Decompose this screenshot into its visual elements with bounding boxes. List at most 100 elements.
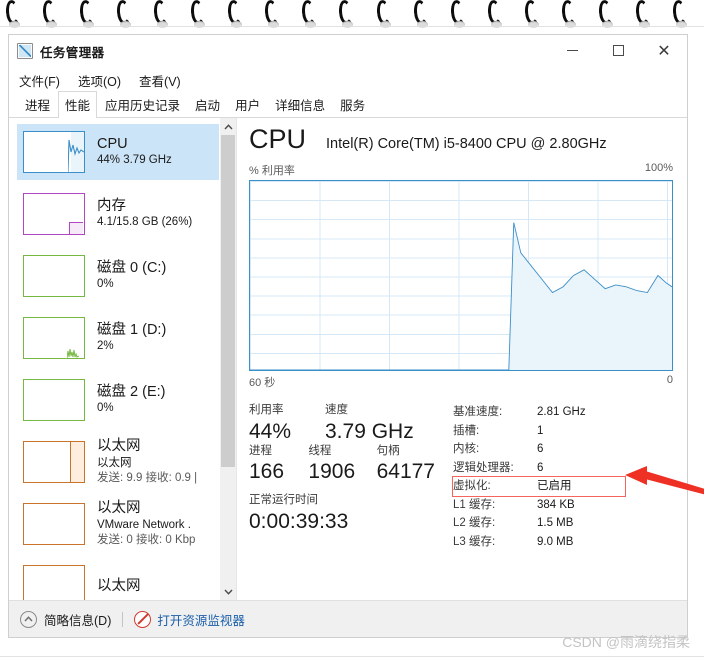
stats-area: 利用率 44% 速度 3.79 GHz 进程 166 线程 1906 句柄 64…	[249, 403, 704, 551]
disk-thumbnail-icon	[23, 255, 85, 297]
sidebar-item-text: 以太网 以太网 发送: 9.9 接收: 0.9 |	[97, 437, 197, 486]
cpu-model-name: Intel(R) Core(TM) i5-8400 CPU @ 2.80GHz	[326, 136, 607, 152]
graph-top-axis: % 利用率 100%	[249, 162, 673, 178]
open-resource-monitor-link[interactable]: 打开资源监视器	[157, 610, 245, 629]
menu-item-view[interactable]: 查看(V)	[138, 69, 182, 92]
cpu-detail-panel: CPU Intel(R) Core(TM) i5-8400 CPU @ 2.80…	[237, 118, 704, 600]
spiral-ring	[560, 0, 580, 30]
stat-value: 1906	[308, 460, 356, 484]
spec-row: 内核: 6	[453, 440, 673, 459]
maximize-button[interactable]	[595, 35, 641, 66]
cpu-spec-list: 基准速度: 2.81 GHz 插槽: 1 内核: 6 逻辑处理器: 6 虚拟化: 已启用 L1 缓存…	[449, 403, 704, 551]
sidebar-item-sub: 0%	[97, 278, 114, 291]
disk-thumbnail-icon	[23, 379, 85, 421]
sidebar-item-label: 磁盘 0 (C:)	[97, 260, 167, 277]
spec-row-virtualization: 虚拟化: 已启用	[452, 476, 626, 497]
sidebar-item-sub: 44% 3.79 GHz	[97, 154, 172, 167]
y-axis-label: % 利用率	[249, 165, 295, 177]
spiral-ring	[338, 0, 357, 30]
tab-performance[interactable]: 性能	[58, 91, 98, 118]
minimize-button[interactable]	[549, 35, 595, 66]
resource-list: CPU 44% 3.79 GHz 内存 4.1/15.8 GB (26%) 磁盘 0 (…	[9, 118, 219, 600]
window-controls: ✕	[549, 35, 687, 66]
spec-row: 插槽: 1	[453, 422, 673, 441]
spec-value: 1	[537, 424, 544, 437]
sidebar-item-net[interactable]: 以太网	[17, 558, 219, 600]
sidebar-item-disk[interactable]: 磁盘 2 (E:) 0%	[17, 372, 219, 428]
spiral-ring	[671, 0, 691, 30]
stat-uptime: 正常运行时间 0:00:39:33	[249, 493, 449, 534]
page-bottom-edge	[0, 656, 704, 662]
spiral-ring	[41, 0, 61, 30]
scrollbar-track[interactable]	[220, 135, 236, 583]
title-bar: 任务管理器 ✕	[9, 35, 687, 67]
uptime-value: 0:00:39:33	[249, 509, 349, 533]
sidebar-item-label: 内存	[97, 198, 126, 215]
sidebar-item-throughput: 发送: 0 接收: 0 Kbp	[97, 534, 196, 547]
sidebar-item-disk[interactable]: 磁盘 1 (D:) 2%	[17, 310, 219, 366]
graph-plot	[250, 181, 672, 370]
spec-row: 基准速度: 2.81 GHz	[453, 403, 673, 422]
net-thumbnail-icon	[23, 441, 85, 483]
sidebar-item-text: 以太网	[97, 577, 141, 595]
sidebar-item-sub: VMware Network .	[97, 518, 191, 531]
sidebar-item-disk[interactable]: 磁盘 0 (C:) 0%	[17, 248, 219, 304]
stat-handles: 句柄 64177	[377, 444, 435, 485]
tab-details[interactable]: 详细信息	[268, 91, 332, 118]
tab-startup[interactable]: 启动	[188, 91, 227, 118]
task-manager-window: 任务管理器 ✕ 文件(F) 选项(O) 查看(V) 进程 性能 应用历史记录 启…	[8, 34, 704, 638]
spec-key: 内核:	[453, 443, 480, 455]
spec-key: 虚拟化:	[453, 480, 491, 492]
spiral-ring	[486, 0, 506, 30]
sidebar-item-mem[interactable]: 内存 4.1/15.8 GB (26%)	[17, 186, 219, 242]
spiral-ring	[115, 0, 135, 30]
sidebar-item-text: CPU 44% 3.79 GHz	[97, 135, 172, 169]
scroll-up-button[interactable]	[220, 118, 236, 135]
sidebar-item-sub: 以太网	[97, 456, 132, 469]
tab-users[interactable]: 用户	[228, 91, 267, 118]
fewer-details-button[interactable]: 简略信息(D)	[44, 610, 111, 629]
stat-threads: 线程 1906	[308, 444, 362, 485]
stats-row-2: 进程 166 线程 1906 句柄 64177	[249, 444, 449, 485]
spec-key: L1 缓存:	[453, 498, 496, 511]
sidebar-item-cpu[interactable]: CPU 44% 3.79 GHz	[17, 124, 219, 180]
spec-value: 已启用	[537, 480, 572, 492]
menu-item-options[interactable]: 选项(O)	[77, 69, 122, 92]
menu-item-file[interactable]: 文件(F)	[18, 69, 61, 92]
spec-row: 逻辑处理器: 6	[453, 459, 673, 478]
x-axis-start-label: 60 秒	[249, 377, 276, 389]
spec-row: L1 缓存: 384 KB	[453, 496, 673, 515]
disk-thumbnail-icon	[23, 317, 85, 359]
tab-app-history[interactable]: 应用历史记录	[98, 91, 187, 118]
sidebar-item-net[interactable]: 以太网 VMware Network . 发送: 0 接收: 0 Kbp	[17, 496, 219, 552]
graph-bottom-axis: 60 秒 0	[249, 374, 673, 390]
tab-services[interactable]: 服务	[333, 91, 372, 118]
stat-label: 利用率	[249, 404, 284, 416]
sidebar-item-sub: 2%	[97, 340, 114, 353]
scroll-down-button[interactable]	[220, 583, 236, 600]
spec-key: 插槽:	[453, 424, 480, 437]
mem-thumbnail-icon	[23, 193, 85, 235]
spiral-ring	[263, 0, 283, 30]
stat-processes: 进程 166	[249, 444, 294, 485]
chevron-up-icon[interactable]	[20, 610, 37, 628]
uptime-label: 正常运行时间	[249, 494, 318, 507]
sidebar-item-label: CPU	[97, 136, 128, 153]
spec-value: 9.0 MB	[537, 535, 574, 548]
sidebar-item-text: 磁盘 0 (C:) 0%	[97, 259, 166, 293]
spec-value: 6	[537, 443, 544, 455]
sidebar-item-text: 内存 4.1/15.8 GB (26%)	[97, 197, 192, 231]
cpu-utilization-graph[interactable]	[249, 180, 673, 371]
tab-processes[interactable]: 进程	[18, 91, 57, 118]
close-button[interactable]: ✕	[641, 35, 687, 66]
stat-value: 64177	[376, 460, 435, 484]
spec-key: L2 缓存:	[453, 517, 496, 529]
sidebar-item-throughput: 发送: 9.9 接收: 0.9 |	[97, 472, 198, 485]
net-thumbnail-icon	[23, 565, 85, 600]
stat-label: 句柄	[376, 444, 400, 457]
spiral-ring	[375, 0, 395, 30]
sidebar-item-net[interactable]: 以太网 以太网 发送: 9.9 接收: 0.9 |	[17, 434, 219, 490]
scrollbar-thumb[interactable]	[221, 135, 235, 467]
sidebar-item-label: 以太网	[97, 577, 141, 594]
sidebar-scrollbar[interactable]	[219, 118, 236, 600]
